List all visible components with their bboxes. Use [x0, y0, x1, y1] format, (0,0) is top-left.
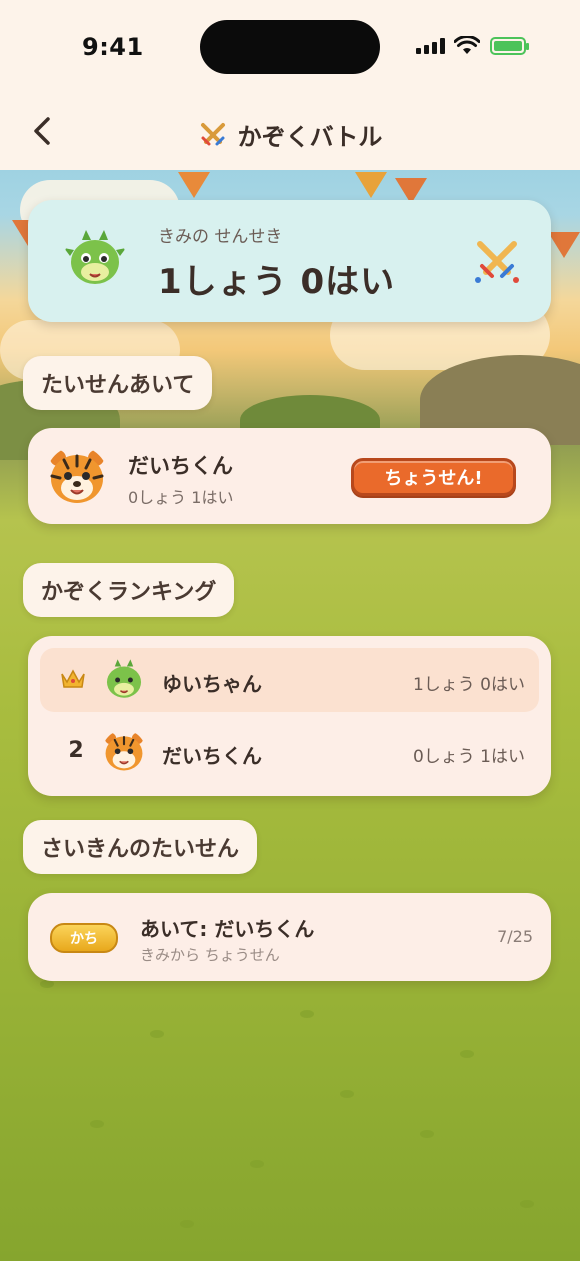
- section-header-opponent: たいせんあいて: [23, 356, 213, 410]
- record-value: 1しょう 0はい: [158, 262, 396, 302]
- dynamic-island: [200, 20, 380, 74]
- recent-battle-item[interactable]: かち あいて: だいちくん きみから ちょうせん 7/25: [28, 893, 551, 981]
- pennant: [355, 172, 387, 198]
- opponent-record: 0しょう 1はい: [128, 488, 234, 507]
- record-label: きみの せんせき: [158, 227, 283, 247]
- ranking-position: 2: [68, 738, 84, 763]
- grass-tuft: [300, 1010, 314, 1018]
- nav-bar: かぞくバトル: [0, 95, 580, 170]
- grass-tuft: [340, 1090, 354, 1098]
- win-badge: かち: [50, 923, 118, 953]
- nav-title-text: かぞくバトル: [237, 123, 383, 151]
- pennant: [178, 172, 210, 198]
- status-time: 9:41: [82, 33, 144, 61]
- ranking-name: ゆいちゃん: [162, 672, 262, 696]
- grass-tuft: [460, 1050, 474, 1058]
- status-bar: 9:41: [0, 0, 580, 95]
- ranking-record: 1しょう 0はい: [412, 675, 525, 695]
- crown-icon: [61, 669, 85, 688]
- battery-icon: [490, 37, 529, 55]
- crossed-swords-icon: [200, 122, 225, 145]
- grass-tuft: [250, 1160, 264, 1168]
- ranking-row[interactable]: ゆいちゃん 1しょう 0はい: [40, 648, 539, 712]
- challenge-button[interactable]: ちょうせん!: [351, 458, 516, 496]
- signal-icon: [416, 38, 445, 54]
- recent-battle-title: あいて: だいちくん: [140, 917, 315, 941]
- tiger-avatar: [50, 450, 104, 503]
- crossed-swords-icon: [475, 241, 519, 283]
- grass-tuft: [420, 1130, 434, 1138]
- grass-tuft: [40, 980, 54, 988]
- recent-battle-date: 7/25: [497, 927, 533, 946]
- section-header-recent: さいきんのたいせん: [23, 820, 258, 874]
- dragon-avatar: [106, 659, 142, 698]
- tiger-avatar: [104, 732, 144, 771]
- grass-tuft: [90, 1120, 104, 1128]
- ranking-card: ゆいちゃん 1しょう 0はい 2 だいちくん 0しょう 1はい: [28, 636, 551, 796]
- ranking-name: だいちくん: [162, 744, 262, 768]
- section-header-ranking: かぞくランキング: [23, 563, 235, 617]
- grass-tuft: [180, 1220, 194, 1228]
- page-title: かぞくバトル: [0, 117, 580, 152]
- ranking-row[interactable]: 2 だいちくん 0しょう 1はい: [40, 720, 539, 784]
- dragon-avatar: [64, 230, 126, 284]
- grass-tuft: [150, 1030, 164, 1038]
- wifi-icon: [454, 36, 480, 54]
- my-record-card: きみの せんせき 1しょう 0はい: [28, 200, 551, 322]
- opponent-card[interactable]: だいちくん 0しょう 1はい ちょうせん!: [28, 428, 551, 524]
- recent-battle-subtitle: きみから ちょうせん: [140, 946, 280, 964]
- ranking-record: 0しょう 1はい: [412, 747, 525, 767]
- background-scene: [0, 0, 580, 1261]
- pennant: [548, 232, 580, 258]
- opponent-name: だいちくん: [128, 454, 233, 478]
- grass-tuft: [520, 1200, 534, 1208]
